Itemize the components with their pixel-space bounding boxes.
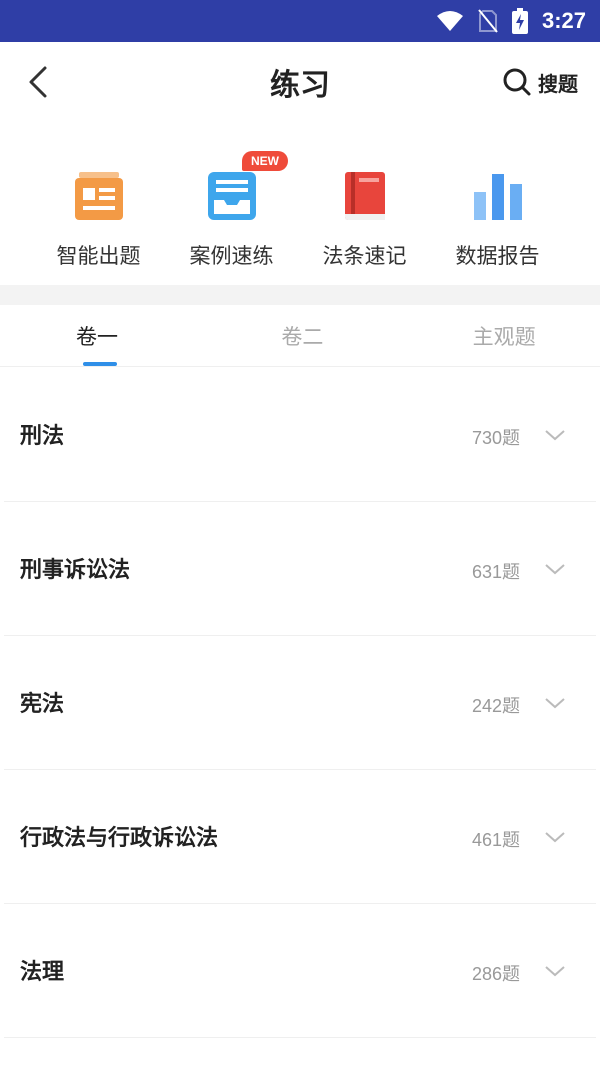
subject-row-criminal-procedure[interactable]: 刑事诉讼法 631题	[4, 502, 596, 636]
subject-row-criminal-law[interactable]: 刑法 730题	[4, 368, 596, 502]
tab-paper-one[interactable]: 卷一	[0, 305, 203, 366]
quick-entry-label: 案例速练	[189, 244, 274, 268]
subject-name: 刑法	[20, 424, 65, 449]
quick-entry-case-practice[interactable]: 案例速练	[165, 160, 298, 270]
chevron-down-icon[interactable]	[544, 424, 566, 446]
search-questions-button[interactable]: 搜题	[502, 64, 578, 100]
subject-list: 刑法 730题 刑事诉讼法 631题 宪法 242题 行政法与行政诉讼法 461…	[0, 368, 600, 1038]
section-divider	[0, 285, 600, 305]
question-count: 730题	[471, 428, 520, 448]
search-icon	[503, 68, 531, 96]
document-tray-icon	[207, 172, 256, 220]
question-count: 242题	[471, 696, 520, 716]
chevron-down-icon[interactable]	[544, 826, 566, 848]
chevron-down-icon[interactable]	[544, 558, 566, 580]
chevron-down-icon[interactable]	[544, 960, 566, 982]
quick-entry-smart-questions[interactable]: 智能出题	[32, 160, 165, 270]
exam-tabs: 卷一 卷二 主观题	[0, 305, 600, 367]
wifi-icon	[436, 11, 463, 31]
status-time: 3:27	[541, 8, 586, 33]
quick-entry-label: 智能出题	[56, 244, 141, 268]
subject-name: 行政法与行政诉讼法	[20, 826, 219, 851]
quick-entry-label: 法条速记	[322, 244, 407, 268]
subject-name: 法理	[20, 960, 65, 985]
question-count: 461题	[471, 830, 520, 850]
quick-entries: 智能出题 案例速练 法条速记 数据报告	[0, 160, 600, 270]
quick-entry-data-report[interactable]: 数据报告	[431, 160, 564, 270]
status-bar: 3:27	[0, 0, 600, 42]
quick-entry-law-memo[interactable]: 法条速记	[298, 160, 431, 270]
book-icon	[344, 172, 385, 220]
question-count: 631题	[471, 562, 520, 582]
subject-name: 刑事诉讼法	[20, 558, 131, 583]
subject-row-jurisprudence[interactable]: 法理 286题	[4, 904, 596, 1038]
app-header: 练习 搜题	[0, 42, 600, 122]
newspaper-icon	[74, 172, 123, 220]
quick-entry-label: 数据报告	[455, 244, 540, 268]
subject-row-administrative-law[interactable]: 行政法与行政诉讼法 461题	[4, 770, 596, 904]
search-label: 搜题	[538, 71, 578, 96]
status-icons: 3:27	[436, 0, 586, 42]
tab-subjective[interactable]: 主观题	[409, 305, 600, 366]
subject-name: 宪法	[20, 692, 65, 717]
tab-paper-two[interactable]: 卷二	[203, 305, 408, 366]
bar-chart-icon	[473, 174, 522, 220]
new-badge: NEW	[242, 151, 288, 171]
tab-active-indicator	[83, 362, 117, 366]
question-count: 286题	[471, 964, 520, 984]
no-sim-icon	[478, 9, 498, 33]
battery-charging-icon	[511, 8, 528, 34]
chevron-down-icon[interactable]	[544, 692, 566, 714]
subject-row-constitution[interactable]: 宪法 242题	[4, 636, 596, 770]
